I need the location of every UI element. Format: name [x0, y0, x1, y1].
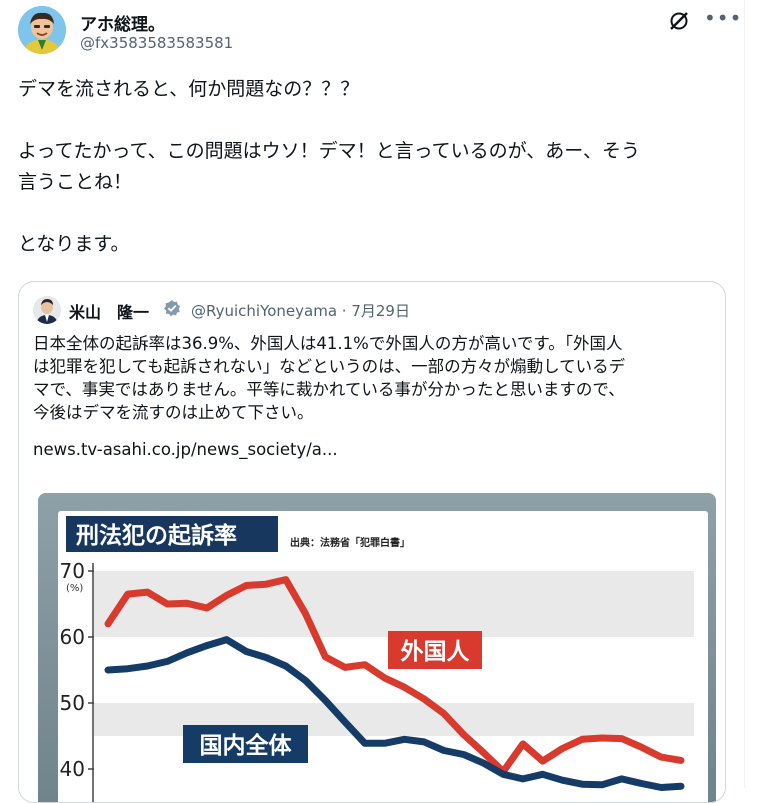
- tweet-line-blank: [18, 198, 728, 229]
- quoted-text-line: は犯罪を犯しても起訴されない」などというのは、一部の方々が煽動しているデ: [33, 357, 626, 376]
- quoted-text-line: 日本全体の起訴率は36.9%、外国人は41.1%で外国人の方が高いです。「外国人: [33, 334, 623, 353]
- quoted-text-line: 今後はデマを流すのは止めて下さい。: [33, 403, 314, 422]
- quoted-author-avatar[interactable]: [33, 296, 61, 324]
- tweet-line: となります。: [18, 233, 130, 255]
- quoted-text-line: マで、事実ではありません。平等に裁かれている事が分かったと思いますので、: [33, 380, 625, 399]
- author-handle[interactable]: @fx3583583583581: [80, 34, 233, 52]
- quoted-author-handle[interactable]: @RyuichiYoneyama · 7月29日: [191, 300, 410, 321]
- tweet-line-blank: [18, 105, 728, 136]
- y-tick-label: 50: [60, 691, 85, 715]
- more-options-icon[interactable]: •••: [704, 6, 742, 30]
- quoted-text: 日本全体の起訴率は36.9%、外国人は41.1%で外国人の方が高いです。「外国人…: [33, 332, 713, 424]
- author-name[interactable]: アホ総理。: [80, 10, 165, 35]
- chart-source-note: 出典：法務省「犯罪白書」: [290, 536, 410, 549]
- chart-svg: 刑法犯の起訴率 出典：法務省「犯罪白書」 70 60 50 40 (%) 外国人国内全…: [38, 493, 716, 802]
- grok-icon[interactable]: [668, 10, 690, 32]
- quoted-author-name[interactable]: 米山 隆一: [69, 299, 149, 323]
- series-label: 外国人: [401, 638, 471, 665]
- tweet-line: デマを流されると、何か問題なの？？？: [18, 78, 360, 100]
- timeline-divider: [744, 0, 745, 788]
- y-unit-label: (%): [66, 583, 83, 594]
- author-avatar[interactable]: [18, 6, 66, 54]
- chart-image[interactable]: 刑法犯の起訴率 出典：法務省「犯罪白書」 70 60 50 40 (%) 外国人国内全…: [38, 493, 716, 802]
- chart-panel: [58, 511, 708, 802]
- y-tick-label: 60: [60, 625, 85, 649]
- tweet-header: アホ総理。 @fx3583583583581 •••: [18, 6, 748, 56]
- quoted-link[interactable]: news.tv-asahi.co.jp/news_society/a...: [33, 440, 338, 459]
- y-tick-label: 70: [60, 559, 85, 583]
- tweet-text: デマを流されると、何か問題なの？？？ よってたかって、この問題はウソ！デマ！と言…: [18, 74, 728, 260]
- verified-badge-icon: [163, 299, 181, 317]
- y-tick-label: 40: [60, 757, 85, 781]
- chart-title: 刑法犯の起訴率: [76, 522, 237, 549]
- series-label: 国内全体: [200, 732, 293, 759]
- quoted-tweet[interactable]: 米山 隆一 @RyuichiYoneyama · 7月29日 日本全体の起訴率は…: [18, 281, 726, 803]
- tweet-line: 言うことね！: [18, 171, 133, 193]
- tweet-line: よってたかって、この問題はウソ！デマ！と言っているのが、あー、そう: [18, 140, 641, 162]
